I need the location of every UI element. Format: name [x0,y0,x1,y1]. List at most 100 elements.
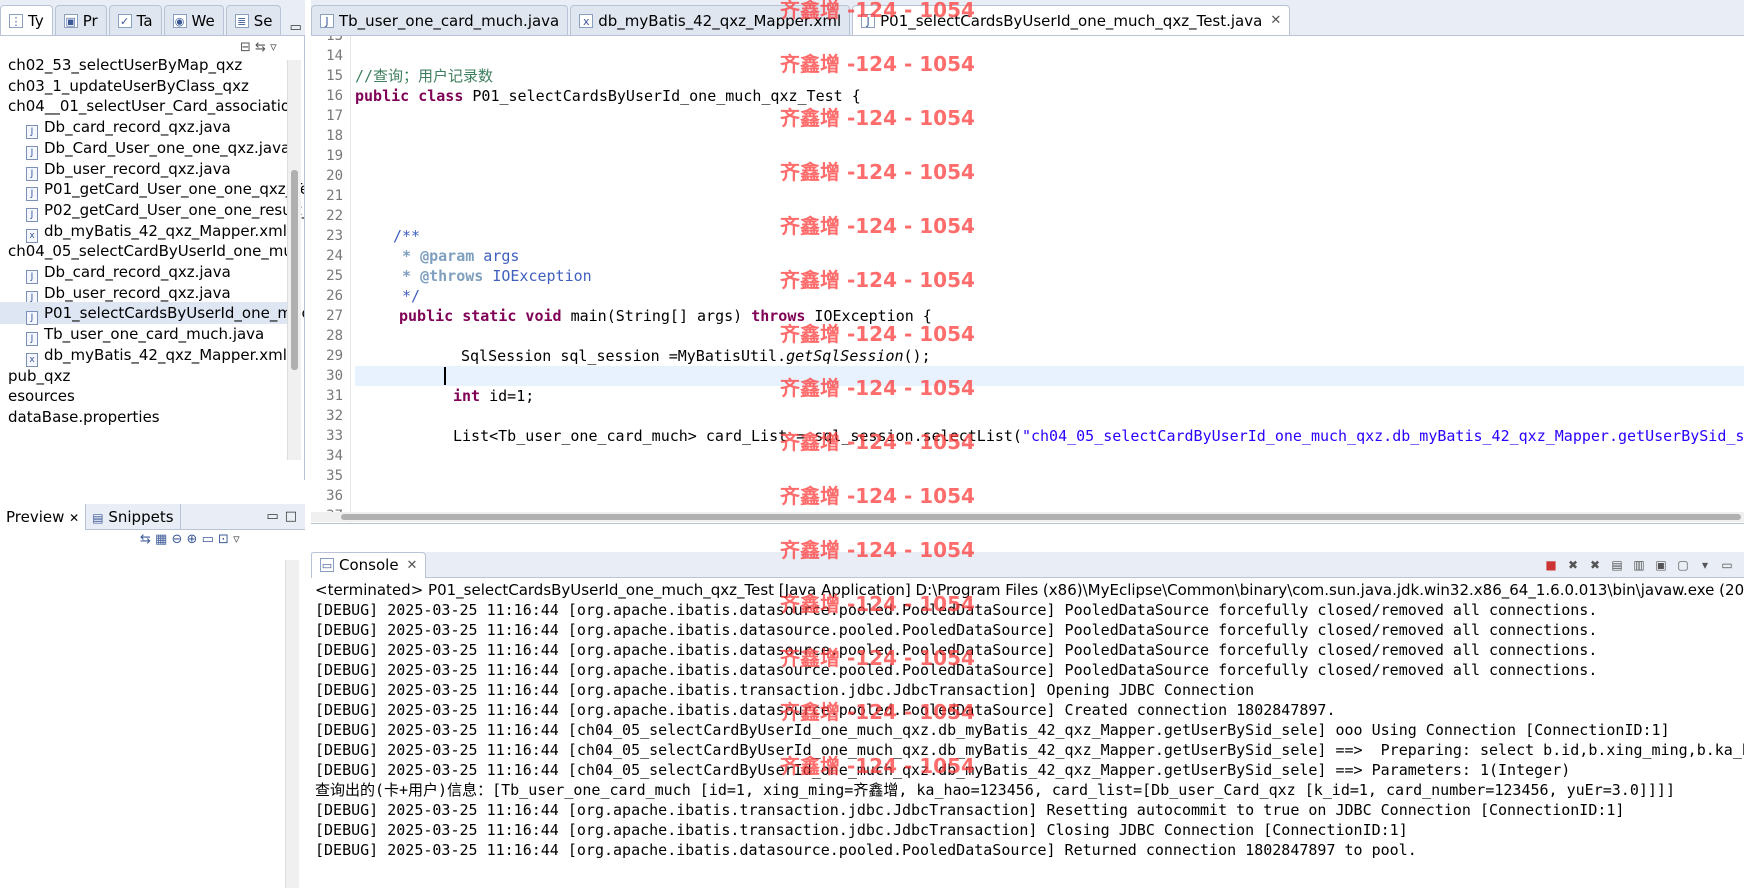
tree-item[interactable]: J P01_getCard_User_one_one_qxz_Te [0,178,304,202]
close-tab-icon[interactable]: ✕ [1270,13,1281,28]
console-terminated-line: <terminated> P01_selectCardsByUserId_one… [315,581,1744,599]
view-menu-icon[interactable]: ▿ [233,532,240,547]
tree-item[interactable]: ch04_05_selectCardByUserId_one_mu [0,240,293,262]
tree-item[interactable]: ch04__01_selectUser_Card_association [0,95,300,117]
line-number: 15 [326,68,343,84]
tab-web[interactable]: ◉ We [163,5,224,35]
tree-item[interactable]: esources [0,385,287,407]
console-line: [DEBUG] 2025-03-25 11:16:44 [ch04_05_sel… [315,721,1670,739]
text-cursor [444,367,446,385]
tree-item[interactable]: J Db_card_record_qxz.java [0,261,287,284]
watermark-text: 齐鑫增 -124 - 1054 [780,700,975,724]
tree-item-label: ch02_53_selectUserByMap_qxz [8,56,243,74]
tree-item[interactable]: J P01_selectCardsByUserId_one_muc [0,302,304,326]
minimize-icon[interactable]: ▭ [289,20,301,35]
preview-toolbar: ⇆ ▦ ⊖ ⊕ ▭ ⊡ ▿ [140,532,240,547]
tree-scroll-thumb[interactable] [291,170,298,370]
tree-item[interactable]: ch02_53_selectUserByMap_qxz [0,54,287,76]
display-console-icon[interactable]: ▢ [1675,557,1691,573]
tree-item[interactable]: x db_myBatis_42_qxz_Mapper.xml [0,220,287,243]
tab-snippets[interactable]: ▤ Snippets [86,503,181,530]
tree-item[interactable]: J Db_Card_User_one_one_qxz.java [0,137,290,160]
tree-item-label: Db_user_record_qxz.java [44,283,231,302]
minimize-icon[interactable]: ▭ [266,509,278,524]
tree-item[interactable]: pub_qxz [0,365,287,387]
remove-launch-icon[interactable]: ✖ [1565,557,1581,573]
line-number: 21 [326,188,343,204]
line-number: 24 [326,248,343,264]
code-javadoc-throws: * @throws IOException [393,267,592,285]
remove-all-icon[interactable]: ✖ [1587,557,1603,573]
fit-icon[interactable]: ▭ [202,532,214,547]
watermark-text: 齐鑫增 -124 - 1054 [780,268,975,292]
tree-vertical-scrollbar[interactable] [287,60,301,460]
watermark-text: 齐鑫增 -124 - 1054 [780,592,975,616]
collapse-all-icon[interactable]: ⊟ [240,40,251,55]
preview-vertical-scrollbar[interactable] [285,560,299,888]
tree-item-label: db_myBatis_42_qxz_Mapper.xml [44,345,287,364]
watermark-text: 齐鑫增 -124 - 1054 [780,754,975,778]
line-number: 17 [326,108,343,124]
editor-scroll-thumb[interactable] [341,514,1741,520]
image-icon[interactable]: ▦ [155,532,167,547]
line-number: 26 [326,288,343,304]
tree-item-label: pub_qxz [8,366,71,385]
preview-tabbar: Preview ✕ ▤ Snippets ▭ □ [0,503,305,530]
xml-file-icon: x [579,13,594,28]
tab-project[interactable]: ▣ Pr [54,5,107,35]
console-tabbar: ▭ Console ✕ ■ ✖ ✖ ▤ ▥ ▣ ▢ ▾ ▭ [311,551,1744,578]
tree-item[interactable]: dataBase.properties [0,406,287,428]
open-console-icon[interactable]: ▾ [1697,557,1713,573]
clear-console-icon[interactable]: ▤ [1609,557,1625,573]
servers-icon: ≣ [234,13,249,28]
console-output[interactable]: <terminated> P01_selectCardsByUserId_one… [311,578,1744,890]
line-number: 36 [326,488,343,504]
code-session-line: SqlSession sql_session =MyBatisUtil.getS… [461,347,931,365]
terminate-icon[interactable]: ■ [1543,557,1559,573]
zoom-out-icon[interactable]: ⊖ [171,532,182,547]
watermark-text: 齐鑫增 -124 - 1054 [780,52,975,76]
view-menu-icon[interactable]: ▿ [270,40,277,55]
actual-size-icon[interactable]: ⊡ [218,532,229,547]
tab-tasks[interactable]: ✓ Ta [108,5,162,35]
tree-item-label: esources [8,387,75,406]
scroll-lock-icon[interactable]: ▥ [1631,557,1647,573]
line-number: 27 [326,308,343,324]
minimize-icon[interactable]: ▭ [1719,557,1735,573]
tab-type-hierarchy[interactable]: ⋮ Ty [0,5,53,35]
tree-item[interactable]: J Db_card_record_qxz.java [0,116,287,140]
pin-console-icon[interactable]: ▣ [1653,557,1669,573]
line-number: 34 [326,448,343,464]
link-editor-icon[interactable]: ⇆ [255,40,266,55]
sync-icon[interactable]: ⇆ [140,532,151,547]
tab-servers[interactable]: ≣ Se [225,5,282,35]
tree-item[interactable]: x db_myBatis_42_qxz_Mapper.xml [0,344,287,367]
editor-horizontal-scrollbar[interactable] [311,512,1744,522]
close-icon[interactable]: ✕ [69,511,79,525]
close-tab-icon[interactable]: ✕ [407,558,418,573]
tree-item[interactable]: J Tb_user_one_card_much.java [0,323,287,347]
console-line: 查询出的(卡+用户)信息：[Tb_user_one_card_much [id=… [315,781,1675,799]
code-comment-line: //查询；用户记录数 [355,67,494,85]
tree-item[interactable]: J Db_user_record_qxz.java [0,158,287,181]
line-number: 14 [326,48,343,64]
tab-tb-user-one-card-much[interactable]: J Tb_user_one_card_much.java [311,5,569,35]
tab-console[interactable]: ▭ Console ✕ [311,551,427,578]
zoom-in-icon[interactable]: ⊕ [187,532,198,547]
tab-preview[interactable]: Preview ✕ [0,503,87,530]
left-view-tabbar: ⋮Ty ▣Pr ✓Ta ◉We ≣Se ▭ □ [0,0,305,36]
code-editor[interactable]: 13 14 15 16 17 18 19 20 21 22 23 24 25 26 27 28 29 30 31 32… [311,36,1744,524]
tree-item[interactable]: J Db_user_record_qxz.java [0,282,287,305]
code-javadoc-close: */ [393,287,421,305]
tree-item[interactable]: ch03_1_updateUserByClass_qxz [0,75,287,97]
tree-item[interactable]: J P02_getCard_User_one_one_result_ [0,199,304,222]
maximize-icon[interactable]: □ [285,509,297,524]
code-javadoc-open: /** [393,227,421,245]
line-number: 18 [326,128,343,144]
tasks-icon: ✓ [117,13,132,28]
tree-item-label: Db_card_record_qxz.java [44,263,231,281]
current-line-highlight [355,366,1744,386]
tree-item-label: ch03_1_updateUserByClass_qxz [8,76,249,95]
watermark-text: 齐鑫增 -124 - 1054 [780,646,975,670]
line-number: 22 [326,208,343,224]
